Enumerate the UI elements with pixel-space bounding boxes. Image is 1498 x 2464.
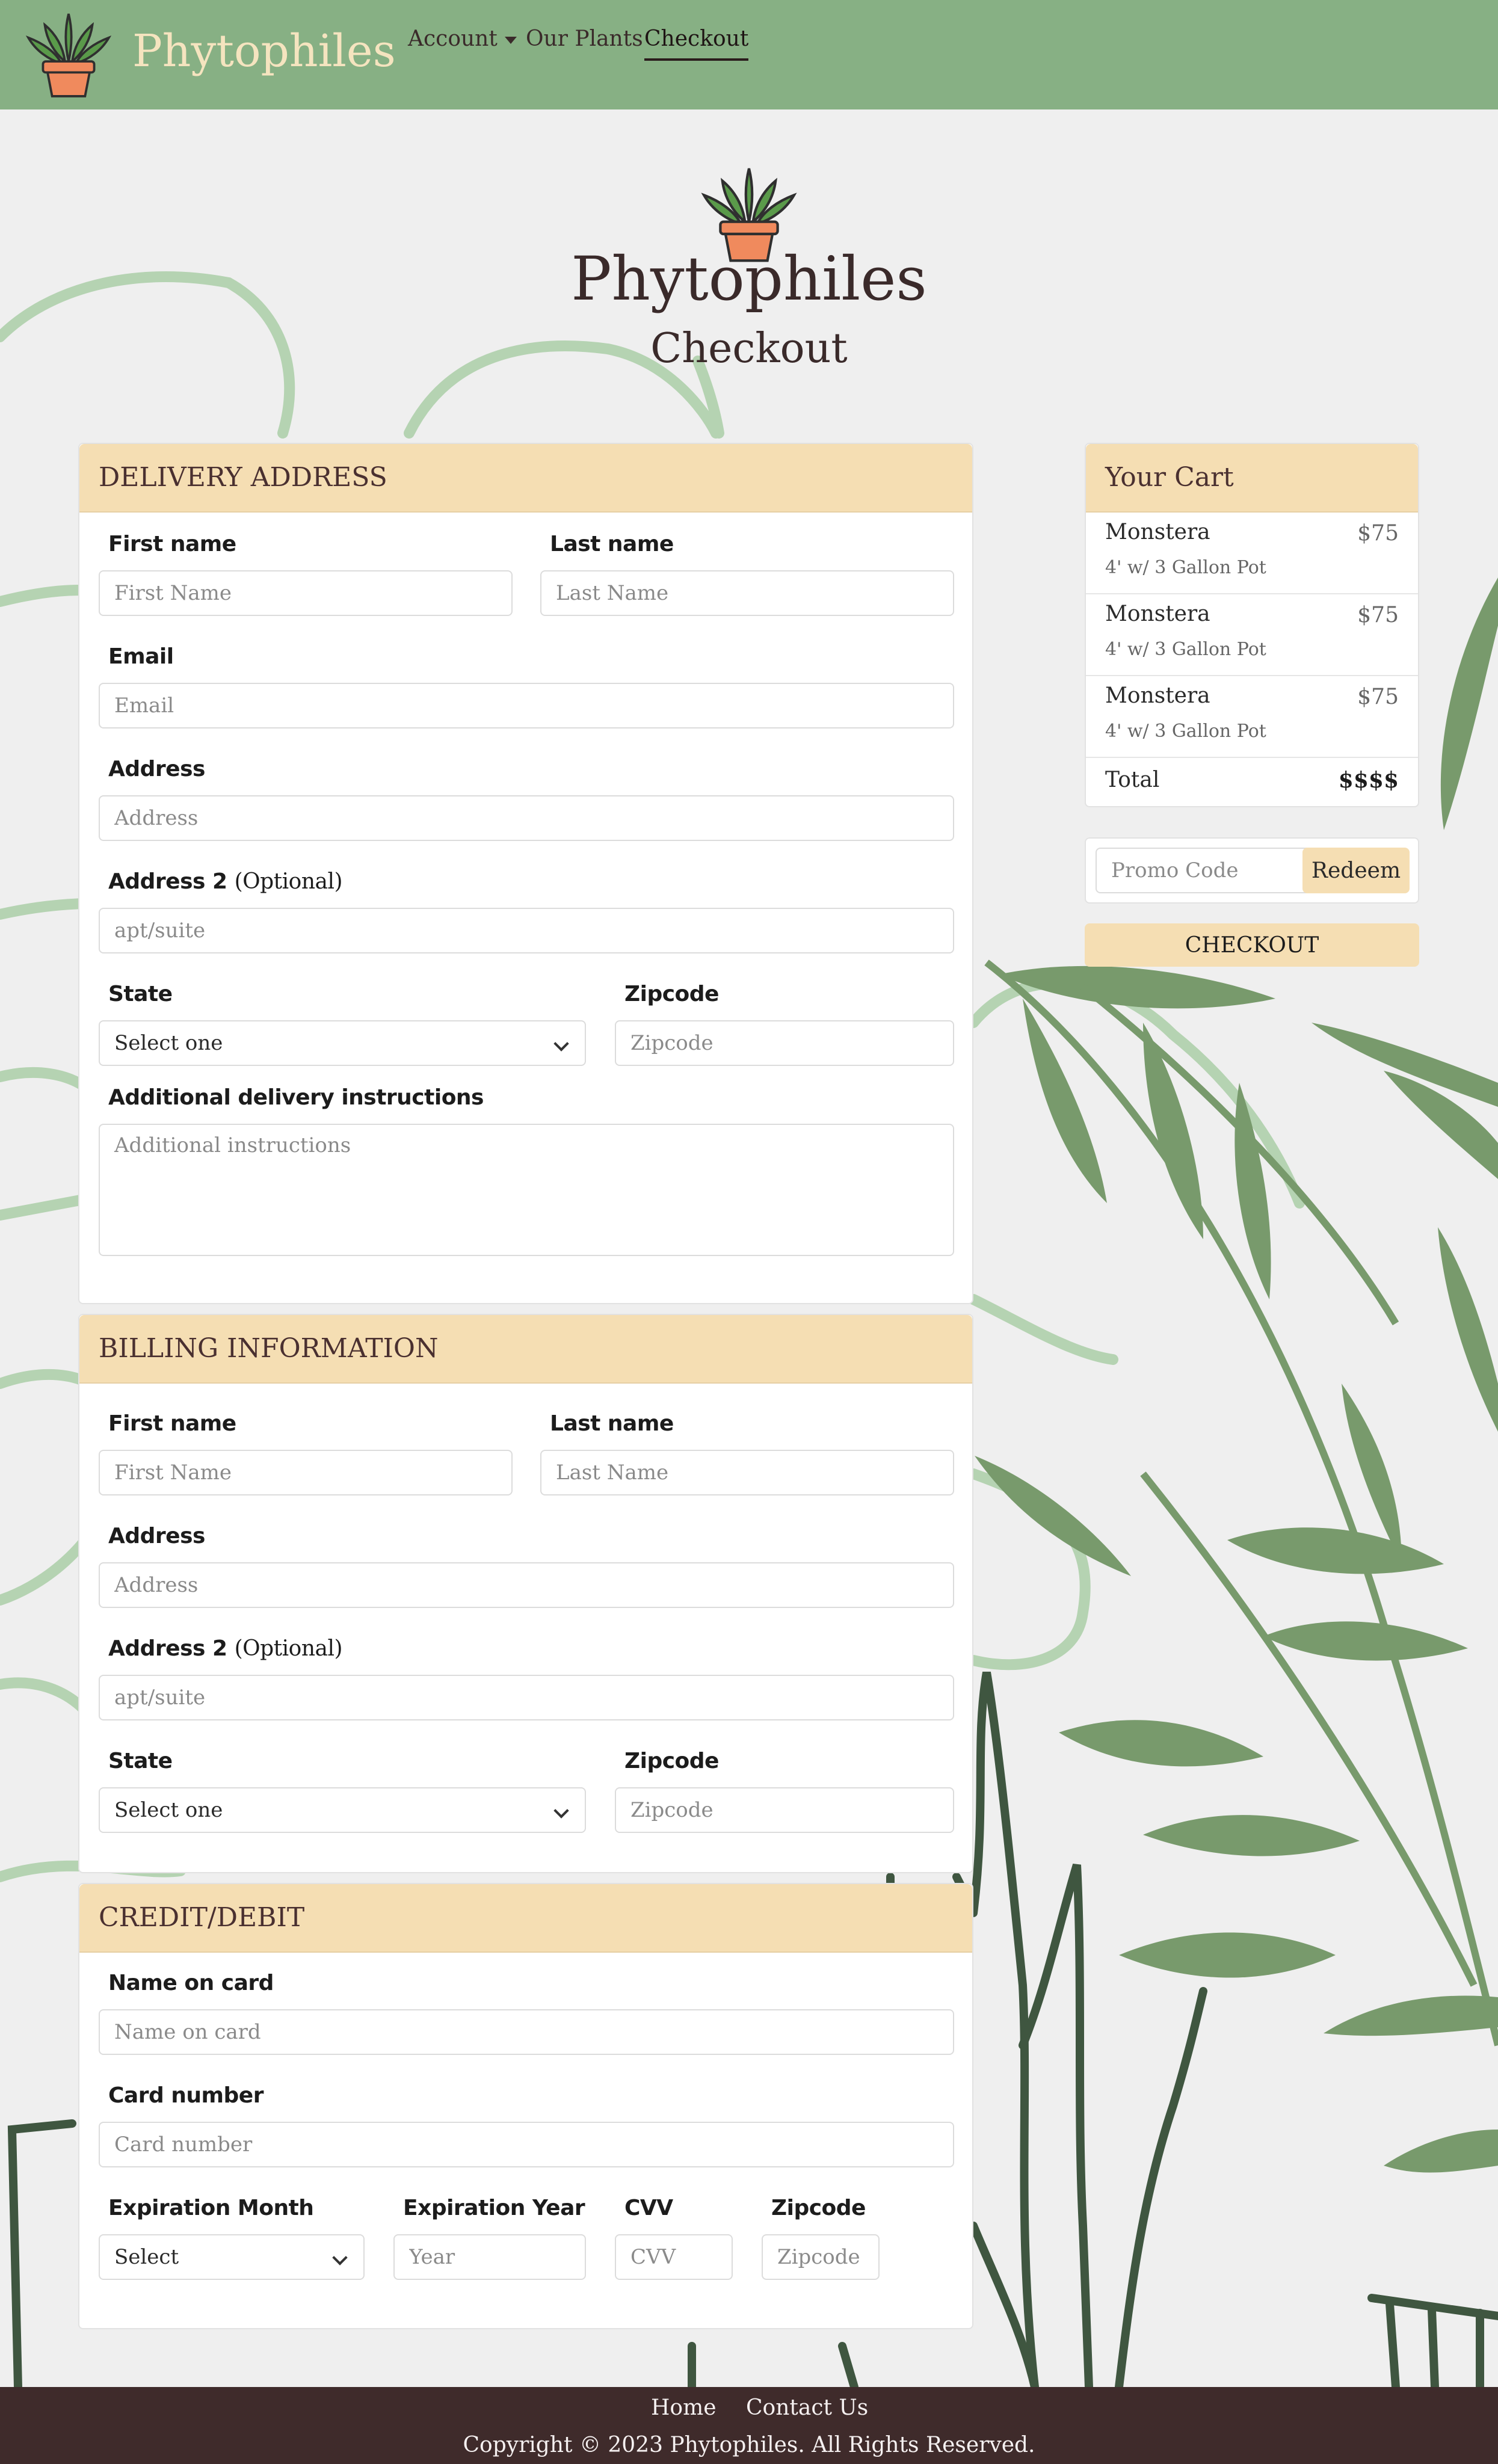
card-name-input[interactable]	[99, 2009, 954, 2055]
cart-item-price: $75	[1357, 685, 1399, 709]
delivery-instructions-textarea[interactable]	[99, 1124, 954, 1256]
divider	[1086, 757, 1418, 758]
divider	[1086, 675, 1418, 676]
chevron-down-icon	[553, 1036, 569, 1052]
billing-state-select-value: Select one	[114, 1798, 223, 1822]
credit-debit-card: CREDIT/DEBIT Name on card Card number Ex…	[78, 1883, 973, 2329]
delivery-address-card: DELIVERY ADDRESS First name Last name Em…	[78, 443, 973, 1304]
billing-address-input[interactable]	[99, 1562, 954, 1608]
caret-down-icon	[504, 37, 517, 44]
billing-last-name-input[interactable]	[540, 1450, 954, 1495]
first-name-input[interactable]	[99, 570, 513, 616]
first-name-label: First name	[108, 532, 236, 556]
cvv-label: CVV	[624, 2196, 673, 2220]
address-label: Address	[108, 757, 205, 781]
copyright-text: Copyright © 2023 Phytophiles. All Rights…	[463, 2433, 1035, 2457]
billing-first-name-label: First name	[108, 1411, 236, 1436]
billing-information-card: BILLING INFORMATION First name Last name…	[78, 1314, 973, 1873]
nav-account-label: Account	[408, 26, 498, 51]
promo-code-input[interactable]	[1096, 848, 1318, 893]
state-label: State	[108, 982, 173, 1006]
checkout-button[interactable]: CHECKOUT	[1085, 923, 1419, 967]
billing-address2-input[interactable]	[99, 1675, 954, 1720]
billing-information-header: BILLING INFORMATION	[79, 1315, 972, 1384]
card-number-input[interactable]	[99, 2122, 954, 2167]
card-zipcode-label: Zipcode	[771, 2196, 866, 2220]
last-name-label: Last name	[550, 532, 674, 556]
expiration-year-label: Expiration Year	[403, 2196, 585, 2220]
page-brand-title: Phytophiles	[571, 244, 927, 314]
optional-note: (Optional)	[234, 1636, 343, 1661]
billing-state-label: State	[108, 1749, 173, 1773]
footer: Home Contact Us Copyright © 2023 Phytoph…	[0, 2387, 1498, 2464]
expiration-month-label: Expiration Month	[108, 2196, 314, 2220]
optional-note: (Optional)	[234, 869, 343, 894]
cvv-input[interactable]	[615, 2234, 733, 2280]
address2-input[interactable]	[99, 908, 954, 953]
footer-contact-link[interactable]: Contact Us	[746, 2395, 868, 2420]
chevron-down-icon	[332, 2250, 348, 2265]
expiration-month-value: Select	[114, 2245, 179, 2269]
divider	[1086, 593, 1418, 594]
credit-debit-header: CREDIT/DEBIT	[79, 1884, 972, 1953]
cart-total-label: Total	[1105, 768, 1160, 792]
cart-item-desc: 4' w/ 3 Gallon Pot	[1105, 721, 1266, 742]
email-label: Email	[108, 644, 174, 669]
card-number-label: Card number	[108, 2083, 264, 2108]
billing-address2-label: Address 2 (Optional)	[108, 1636, 343, 1661]
zipcode-label: Zipcode	[624, 982, 719, 1006]
billing-address-label: Address	[108, 1524, 205, 1548]
billing-zipcode-input[interactable]	[615, 1787, 954, 1833]
cart-header: Your Cart	[1086, 444, 1418, 513]
card-zipcode-input[interactable]	[762, 2234, 880, 2280]
footer-home-link[interactable]: Home	[651, 2395, 717, 2420]
billing-address2-label-text: Address 2	[108, 1636, 227, 1661]
billing-last-name-label: Last name	[550, 1411, 674, 1436]
redeem-button[interactable]: Redeem	[1302, 848, 1410, 893]
zipcode-input[interactable]	[615, 1020, 954, 1066]
email-input[interactable]	[99, 683, 954, 728]
cart-item-name: Monstera	[1105, 520, 1210, 544]
nav-account-dropdown[interactable]: Account	[408, 26, 517, 51]
cart-item-name: Monstera	[1105, 683, 1210, 708]
expiration-month-select[interactable]: Select	[99, 2234, 365, 2280]
address-input[interactable]	[99, 795, 954, 841]
expiration-year-input[interactable]	[393, 2234, 586, 2280]
chevron-down-icon	[553, 1803, 569, 1819]
brand-name[interactable]: Phytophiles	[132, 25, 396, 77]
cart-item-price: $75	[1357, 603, 1399, 627]
promo-code-card: Redeem	[1085, 837, 1419, 904]
cart-item-price: $75	[1357, 521, 1399, 546]
nav-our-plants[interactable]: Our Plants	[526, 26, 643, 51]
cart-item-desc: 4' w/ 3 Gallon Pot	[1105, 639, 1266, 660]
cart-item-name: Monstera	[1105, 602, 1210, 626]
billing-zipcode-label: Zipcode	[624, 1749, 719, 1773]
billing-state-select[interactable]: Select one	[99, 1787, 586, 1833]
cart-item-desc: 4' w/ 3 Gallon Pot	[1105, 557, 1266, 578]
billing-first-name-input[interactable]	[99, 1450, 513, 1495]
cart-card: Your Cart Monstera 4' w/ 3 Gallon Pot $7…	[1085, 443, 1419, 807]
address2-label: Address 2 (Optional)	[108, 869, 343, 894]
page-title: Checkout	[650, 325, 848, 372]
address2-label-text: Address 2	[108, 869, 227, 894]
state-select-value: Select one	[114, 1031, 223, 1055]
cart-total-value: $$$$	[1338, 768, 1399, 793]
nav-checkout[interactable]: Checkout	[644, 26, 749, 61]
potted-plant-logo-icon[interactable]	[23, 8, 114, 100]
delivery-instructions-label: Additional delivery instructions	[108, 1085, 484, 1110]
navbar: Phytophiles Account Our Plants Checkout	[0, 0, 1498, 109]
card-name-label: Name on card	[108, 1971, 274, 1995]
last-name-input[interactable]	[540, 570, 954, 616]
state-select[interactable]: Select one	[99, 1020, 586, 1066]
delivery-address-header: DELIVERY ADDRESS	[79, 444, 972, 513]
